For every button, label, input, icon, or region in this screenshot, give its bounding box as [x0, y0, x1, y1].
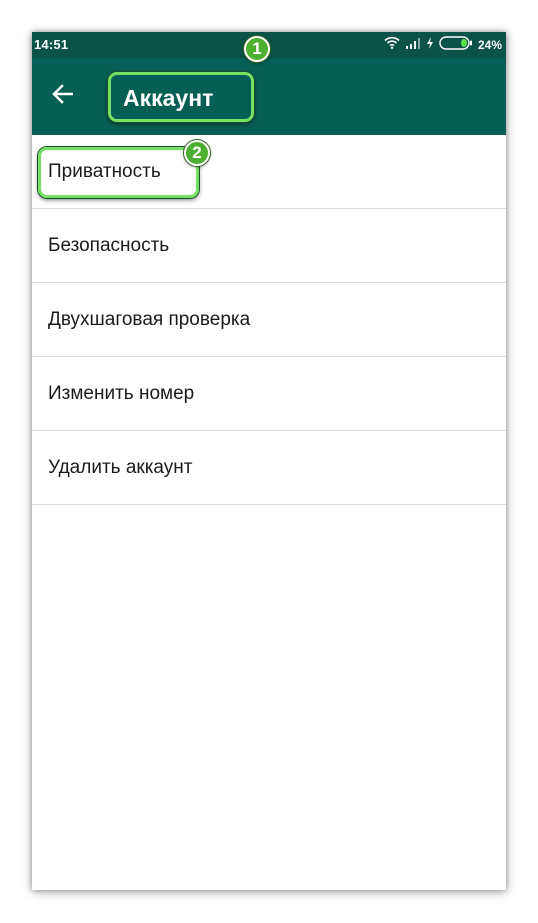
menu-item-label: Приватность [48, 161, 161, 182]
menu-item-security[interactable]: Безопасность [32, 209, 506, 283]
menu-item-label: Безопасность [48, 235, 170, 256]
menu-item-label: Удалить аккаунт [48, 457, 193, 478]
wifi-icon [384, 36, 400, 54]
arrow-left-icon [51, 83, 74, 109]
signal-icon [405, 36, 421, 54]
charging-icon [426, 36, 434, 54]
menu-item-label: Изменить номер [48, 383, 195, 404]
page-title: Аккаунт [123, 85, 214, 111]
step-badge-2: 2 [184, 140, 210, 166]
empty-content-area [32, 505, 506, 890]
phone-screen: 14:51 24% Аккаунт Приватность Безопаснос… [32, 32, 506, 890]
app-bar: Аккаунт [32, 58, 506, 135]
menu-item-delete-account[interactable]: Удалить аккаунт [32, 431, 506, 505]
status-icons: 24% [384, 35, 502, 55]
back-button[interactable] [46, 80, 78, 112]
settings-list: Приватность Безопасность Двухшаговая про… [32, 135, 506, 505]
step-badge-1: 1 [244, 36, 270, 62]
menu-item-two-step-verification[interactable]: Двухшаговая проверка [32, 283, 506, 357]
status-time: 14:51 [34, 37, 69, 52]
menu-item-change-number[interactable]: Изменить номер [32, 357, 506, 431]
menu-item-privacy[interactable]: Приватность [32, 135, 506, 209]
menu-item-label: Двухшаговая проверка [48, 309, 251, 330]
battery-icon [439, 35, 473, 55]
battery-percent: 24% [477, 38, 502, 52]
